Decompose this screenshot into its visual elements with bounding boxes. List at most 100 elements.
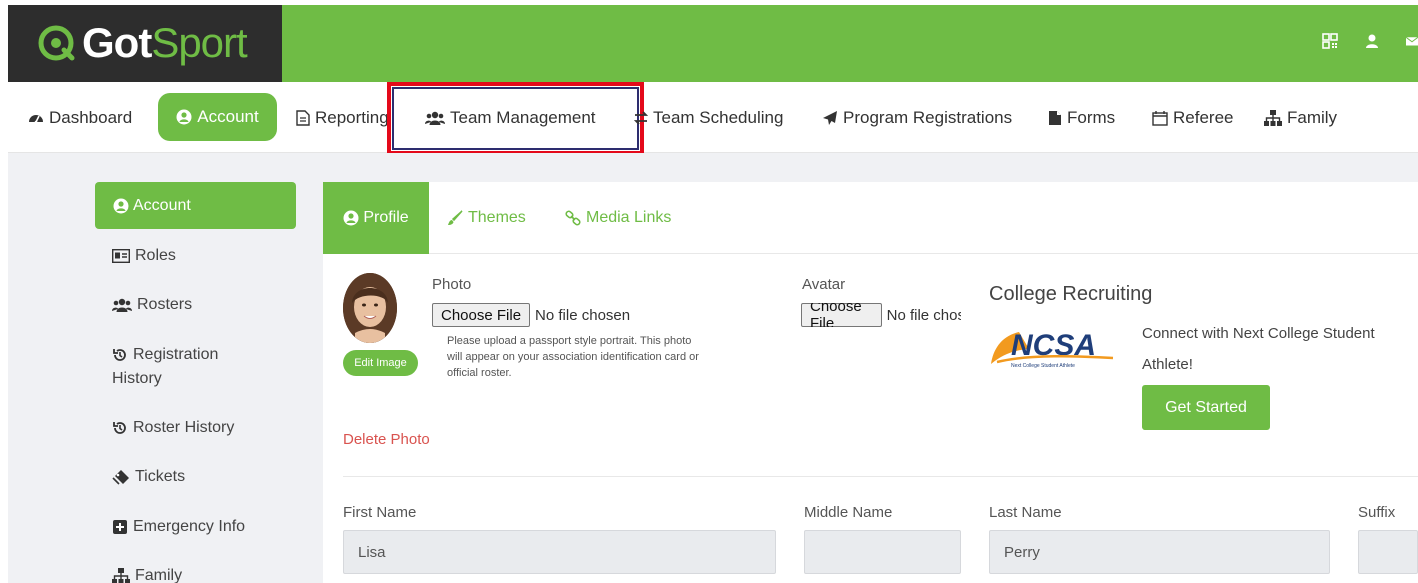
avatar-choose-file-button[interactable]: Choose File — [801, 303, 882, 327]
recruiting-description: Connect with Next College Student Athlet… — [1142, 318, 1418, 380]
registration-history-line1: Registration — [112, 343, 218, 367]
tab-themes[interactable]: Themes — [447, 182, 526, 254]
paper-plane-icon — [823, 110, 837, 125]
middle-name-field[interactable] — [804, 530, 961, 574]
logo-text: GotSport — [82, 19, 248, 67]
nav-dashboard-label: Dashboard — [49, 107, 133, 127]
photo-file-status: No file chosen — [535, 306, 631, 324]
history-icon — [113, 349, 126, 361]
profile-photo — [343, 273, 397, 343]
sidebar-item-tickets[interactable]: Tickets — [112, 465, 185, 489]
dashboard-icon — [29, 114, 43, 123]
sidebar-account-label: Account — [133, 196, 191, 214]
nav-account[interactable]: Account — [158, 93, 277, 141]
file-icon — [1049, 110, 1061, 125]
logo-mark-icon — [38, 25, 75, 61]
main-nav: Dashboard Account Reporting Team Managem… — [8, 82, 1418, 155]
profile-photo-image — [343, 273, 397, 343]
edit-image-button[interactable]: Edit Image — [343, 350, 418, 376]
sidebar-roles-label: Roles — [135, 247, 176, 264]
top-header: GotSport — [8, 5, 1418, 82]
first-name-field[interactable]: Lisa — [343, 530, 776, 574]
sidebar-item-family[interactable]: Family — [112, 564, 182, 583]
gotsport-logo[interactable]: GotSport — [36, 19, 248, 67]
tab-themes-label: Themes — [468, 209, 526, 226]
college-recruiting-title: College Recruiting — [989, 283, 1153, 305]
sidebar-item-roles[interactable]: Roles — [112, 244, 176, 268]
photo-hint-text: Please upload a passport style portrait.… — [447, 335, 699, 379]
nav-family[interactable]: Family — [1264, 82, 1337, 153]
nav-team-scheduling[interactable]: Team Scheduling — [634, 82, 783, 153]
sidebar-item-account[interactable]: Account — [95, 182, 296, 229]
sidebar-item-emergency-info[interactable]: Emergency Info — [112, 515, 245, 539]
suffix-label: Suffix — [1358, 504, 1396, 521]
user-circle-icon — [343, 210, 359, 226]
tab-profile[interactable]: Profile — [323, 182, 429, 254]
nav-program-registrations[interactable]: Program Registrations — [822, 82, 1012, 153]
suffix-field[interactable] — [1358, 530, 1418, 574]
ticket-icon — [112, 470, 129, 485]
recruiting-line-2: Athlete! — [1142, 356, 1193, 373]
sitemap-icon — [112, 568, 130, 583]
photo-file-input[interactable]: Choose File No file chosen — [432, 303, 630, 327]
nav-account-label: Account — [197, 107, 259, 126]
nav-reporting[interactable]: Reporting — [296, 82, 389, 153]
nav-forms[interactable]: Forms — [1048, 82, 1115, 153]
nav-family-label: Family — [1287, 107, 1338, 127]
avatar-label: Avatar — [802, 276, 846, 293]
ncsa-logo[interactable]: NCSA Next College Student Athlete — [989, 322, 1117, 372]
users-icon — [112, 298, 132, 312]
middle-name-label: Middle Name — [804, 504, 893, 521]
id-card-icon — [112, 249, 130, 263]
user-icon[interactable] — [1364, 33, 1380, 49]
user-circle-icon — [176, 109, 192, 125]
qr-code-icon[interactable] — [1322, 33, 1338, 49]
sidebar-item-roster-history[interactable]: Roster History — [112, 416, 234, 440]
ncsa-logo-subtitle: Next College Student Athlete — [1011, 363, 1075, 369]
sidebar-item-registration-history[interactable]: Registration History — [112, 343, 218, 391]
profile-tabs: Profile Themes Media Links — [323, 182, 1418, 254]
top-icons — [1322, 33, 1418, 49]
photo-label: Photo — [432, 276, 472, 293]
logo-area[interactable]: GotSport — [8, 5, 282, 82]
first-name-label: First Name — [343, 504, 417, 521]
history-icon — [113, 422, 126, 434]
last-name-label: Last Name — [989, 504, 1062, 521]
sitemap-icon — [1264, 109, 1282, 126]
avatar-file-input[interactable]: Choose File No file chosen — [801, 303, 961, 327]
nav-forms-label: Forms — [1067, 107, 1116, 127]
sidebar-family-label: Family — [135, 567, 183, 583]
plus-square-icon — [113, 520, 127, 534]
section-divider — [343, 476, 1418, 477]
sidebar-emergency-label: Emergency Info — [133, 518, 246, 535]
nav-referee[interactable]: Referee — [1152, 82, 1233, 153]
logo-got: Got — [82, 19, 152, 66]
delete-photo-link[interactable]: Delete Photo — [343, 431, 430, 448]
nav-reporting-label: Reporting — [315, 107, 389, 127]
mail-icon[interactable] — [1406, 33, 1418, 49]
highlight-box — [387, 82, 644, 155]
sidebar-item-rosters[interactable]: Rosters — [112, 293, 192, 317]
sidebar-registration-label-2: History — [112, 370, 162, 387]
logo-sport: Sport — [151, 19, 247, 66]
document-icon — [296, 109, 310, 126]
link-icon — [565, 210, 581, 226]
nav-referee-label: Referee — [1173, 107, 1234, 127]
exchange-icon — [634, 110, 648, 125]
avatar-file-status: No file chosen — [886, 306, 961, 324]
calendar-icon — [1152, 110, 1168, 126]
tab-media-links[interactable]: Media Links — [565, 182, 671, 254]
get-started-button[interactable]: Get Started — [1142, 385, 1270, 430]
nav-dashboard[interactable]: Dashboard — [28, 82, 132, 153]
nav-team-scheduling-label: Team Scheduling — [653, 107, 784, 127]
tab-profile-label: Profile — [363, 209, 409, 226]
last-name-field[interactable]: Perry — [989, 530, 1330, 574]
sidebar-roster-history-label: Roster History — [133, 419, 235, 436]
photo-choose-file-button[interactable]: Choose File — [432, 303, 531, 327]
sidebar-registration-label-1: Registration — [133, 346, 219, 363]
nav-program-registrations-label: Program Registrations — [843, 107, 1013, 127]
paint-brush-icon — [448, 210, 463, 225]
sidebar-rosters-label: Rosters — [137, 296, 193, 313]
sidebar-tickets-label: Tickets — [135, 468, 186, 485]
tab-media-links-label: Media Links — [586, 209, 672, 226]
